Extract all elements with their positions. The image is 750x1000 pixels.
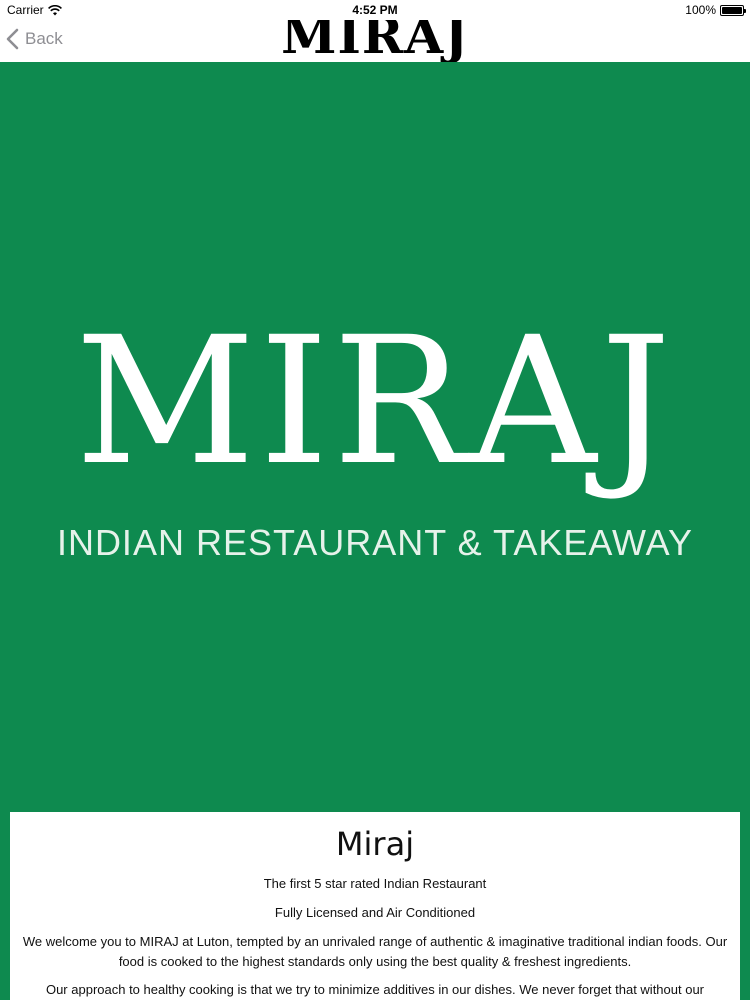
nav-title-logo: MIRAJ xyxy=(281,20,469,62)
hero-logo-text: MIRAJ xyxy=(75,299,675,504)
app-screen: Carrier 4:52 PM 100% Back MIRAJ MIRAJ IN… xyxy=(0,0,750,1000)
status-time: 4:52 PM xyxy=(352,3,398,17)
battery-percentage: 100% xyxy=(685,3,716,17)
license-line: Fully Licensed and Air Conditioned xyxy=(274,905,476,920)
battery-icon xyxy=(720,4,746,16)
hero-tagline: INDIAN RESTAURANT & TAKEAWAY xyxy=(56,522,694,563)
welcome-paragraph: We welcome you to MIRAJ at Luton, tempte… xyxy=(22,934,728,969)
restaurant-name: Miraj xyxy=(335,825,415,863)
battery-indicator: 100% xyxy=(685,3,746,17)
restaurant-info-card: Miraj The first 5 star rated Indian Rest… xyxy=(10,812,740,1000)
battery-fill xyxy=(722,6,742,14)
healthy-cooking-paragraph: Our approach to healthy cooking is that … xyxy=(45,982,705,997)
rating-line: The first 5 star rated Indian Restaurant xyxy=(263,876,487,891)
status-bar: Carrier 4:52 PM 100% xyxy=(0,0,750,20)
navigation-bar: Back MIRAJ xyxy=(0,20,750,62)
